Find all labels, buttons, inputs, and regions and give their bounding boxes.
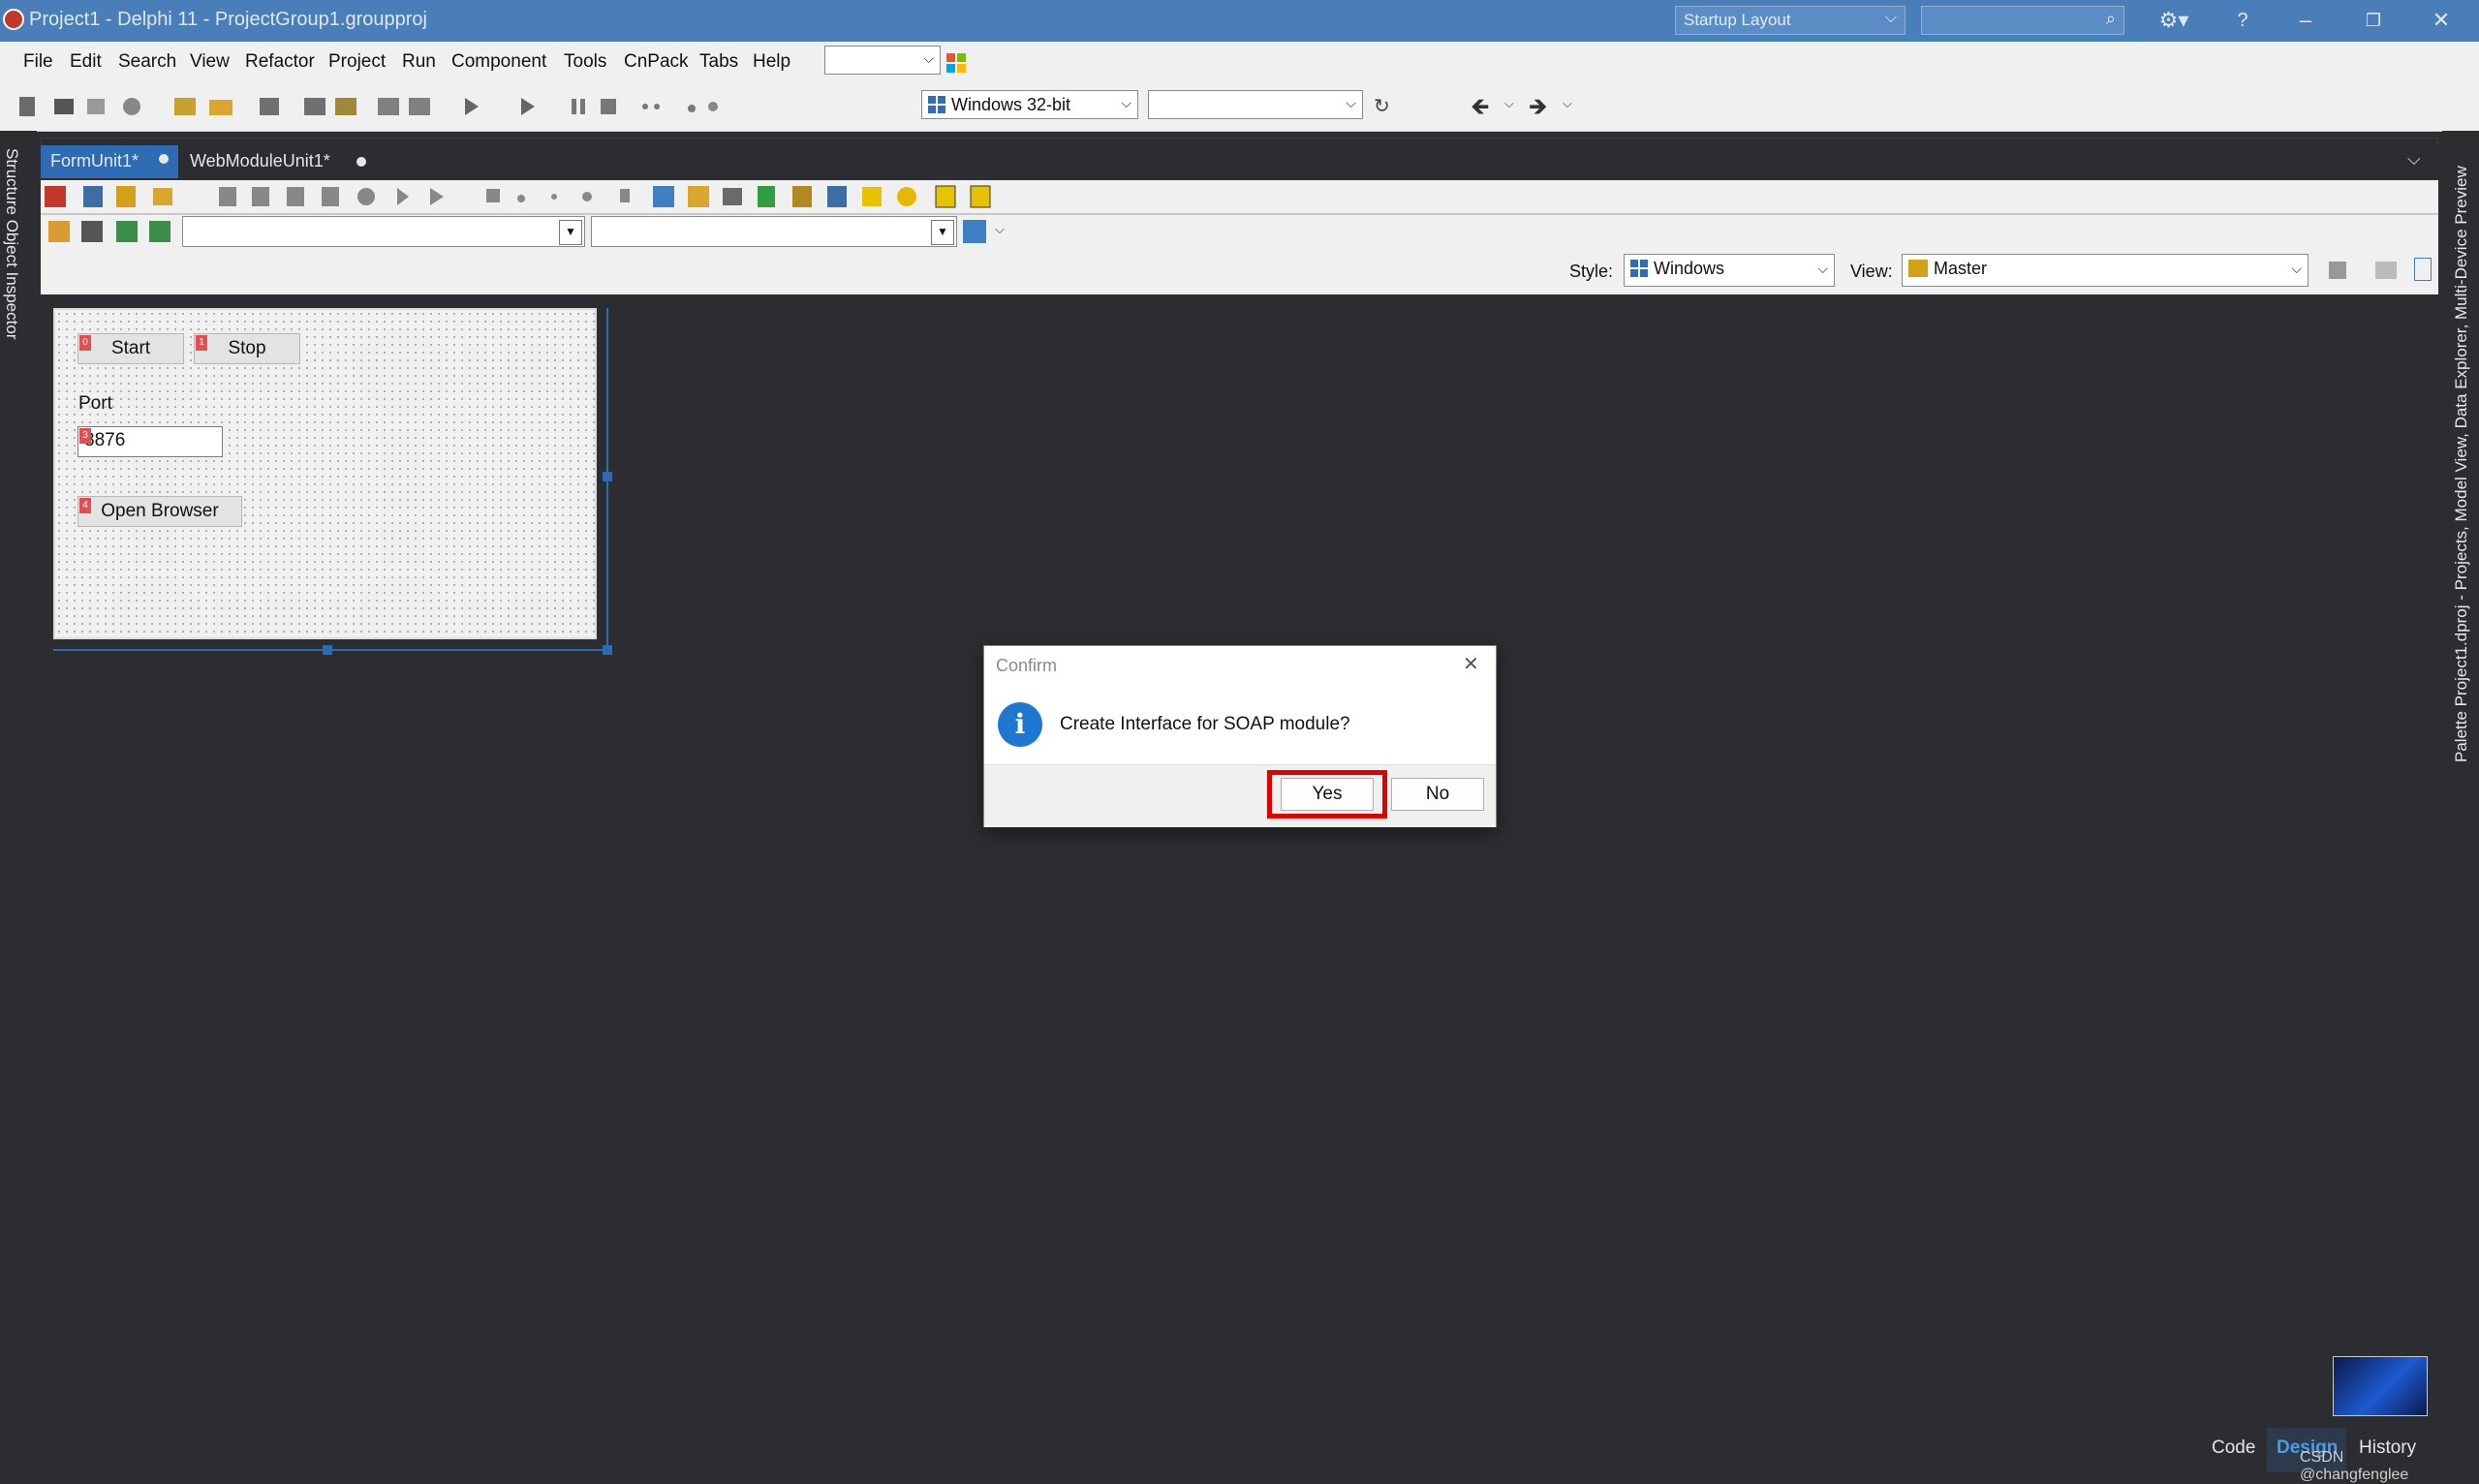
restore-button[interactable]: ❐	[2344, 6, 2402, 35]
forward-dropdown-icon[interactable]: ⌵	[1563, 96, 1572, 111]
device-icon[interactable]	[2414, 258, 2432, 281]
platform-combo[interactable]: Windows 32-bit ⌵	[921, 90, 1138, 119]
platform-value: Windows 32-bit	[951, 95, 1071, 114]
divider	[41, 213, 2438, 215]
menu-cnpack[interactable]: CnPack	[624, 51, 689, 73]
title-bar: Project1 - Delphi 11 - ProjectGroup1.gro…	[0, 0, 2479, 42]
main-toolbar: Windows 32-bit ⌵ ⌵ ↻ 🡸 ⌵ 🡺 ⌵	[0, 82, 2479, 132]
tab-formunit1[interactable]: FormUnit1*	[41, 145, 178, 178]
window-title: Project1 - Delphi 11 - ProjectGroup1.gro…	[29, 9, 427, 30]
tab-order-badge: 3	[79, 428, 91, 444]
menu-refactor[interactable]: Refactor	[245, 51, 315, 73]
form-designer: Start 0 Stop 1 Port 8876 3 Open Browser …	[53, 308, 597, 639]
menu-tabs[interactable]: Tabs	[699, 51, 738, 73]
start-button[interactable]: Start	[77, 333, 184, 364]
tab-webmoduleunit1[interactable]: WebModuleUnit1*	[180, 145, 376, 178]
view-label: View:	[1850, 262, 1893, 281]
help-button[interactable]: ?	[2214, 6, 2272, 35]
menu-file[interactable]: File	[23, 51, 53, 73]
layout-combo-value: Startup Layout	[1684, 11, 1791, 29]
stop-button[interactable]: Stop	[194, 333, 300, 364]
watermark-text: CSDN @changfenglee	[2300, 1449, 2409, 1483]
component-combo[interactable]: ▼	[182, 216, 585, 247]
style-label: Style:	[1569, 262, 1614, 281]
list-view-icon[interactable]	[963, 220, 986, 243]
tab-code[interactable]: Code	[2212, 1438, 2255, 1459]
tab-label: WebModuleUnit1*	[190, 151, 330, 170]
menu-project[interactable]: Project	[328, 51, 386, 73]
modified-dot-icon	[159, 154, 169, 164]
search-icon: ⌕	[2105, 9, 2116, 28]
menu-component[interactable]: Component	[451, 51, 546, 73]
master-view-icon	[1908, 260, 1928, 277]
designer-icons-row1	[45, 184, 1013, 211]
gear-icon[interactable]: ⚙▾	[2145, 6, 2203, 35]
left-rail-label[interactable]: Structure Object Inspector	[2, 148, 21, 339]
designer-icons-row2	[48, 219, 184, 244]
back-dropdown-icon[interactable]: ⌵	[1504, 96, 1514, 111]
desktop-combo[interactable]: ⌵	[824, 46, 941, 75]
member-combo[interactable]: ▼	[591, 216, 957, 247]
dialog-message: Create Interface for SOAP module?	[1060, 714, 1350, 734]
no-button[interactable]: No	[1391, 778, 1484, 811]
dropdown-arrow-icon: ▼	[559, 220, 582, 245]
link-view-icon[interactable]	[2375, 262, 2397, 279]
right-dock-rail: Palette Project1.dproj - Projects, Model…	[2442, 131, 2479, 1476]
forward-arrow-icon[interactable]: 🡺	[1529, 90, 1548, 130]
info-icon: i	[998, 702, 1042, 747]
view-value: Master	[1934, 259, 1988, 278]
chevron-down-icon: ⌵	[1121, 95, 1131, 110]
tab-order-badge: 4	[79, 498, 91, 513]
port-input[interactable]: 8876	[77, 426, 223, 457]
chevron-down-icon[interactable]: ⌵	[2407, 149, 2421, 170]
config-combo[interactable]: ⌵	[1148, 90, 1363, 119]
dropdown-arrow-icon: ▼	[931, 220, 954, 245]
modified-dot-icon	[356, 157, 366, 167]
menu-search[interactable]: Search	[118, 51, 176, 73]
resize-handle[interactable]	[603, 645, 612, 655]
remove-view-icon[interactable]	[2329, 262, 2346, 279]
tab-label: FormUnit1*	[50, 151, 139, 170]
layout-combo[interactable]: Startup Layout ⌵	[1675, 6, 1906, 35]
thumbnail-image	[2333, 1356, 2428, 1416]
menu-view[interactable]: View	[190, 51, 230, 73]
menu-tools[interactable]: Tools	[564, 51, 606, 73]
left-dock-rail: Structure Object Inspector	[0, 131, 37, 1476]
open-browser-button[interactable]: Open Browser	[77, 496, 242, 527]
menu-run[interactable]: Run	[402, 51, 436, 73]
resize-handle[interactable]	[603, 472, 612, 481]
back-arrow-icon[interactable]: 🡸	[1471, 90, 1490, 130]
document-tabs: FormUnit1* WebModuleUnit1* ⌵	[41, 145, 2438, 182]
view-combo[interactable]: Master ⌵	[1902, 254, 2309, 287]
toolbar-icon-strip	[19, 95, 756, 118]
style-bar: Style: Windows ⌵ View: Master ⌵	[41, 248, 2438, 294]
tab-order-badge: 0	[79, 335, 91, 351]
windows-logo-icon[interactable]	[946, 53, 966, 73]
tab-order-badge: 1	[196, 335, 207, 351]
confirm-dialog: Confirm ✕ i Create Interface for SOAP mo…	[983, 645, 1497, 827]
dialog-close-icon[interactable]: ✕	[1463, 652, 1479, 676]
menu-edit[interactable]: Edit	[70, 51, 102, 73]
yes-button[interactable]: Yes	[1281, 778, 1374, 811]
menu-bar: File Edit Search View Refactor Project R…	[0, 42, 2479, 82]
delphi-app-icon	[3, 9, 24, 30]
close-window-button[interactable]: ✕	[2412, 6, 2470, 35]
style-value: Windows	[1654, 259, 1725, 278]
minimize-button[interactable]: –	[2277, 6, 2335, 35]
style-combo[interactable]: Windows ⌵	[1624, 254, 1835, 287]
port-label: Port	[78, 393, 112, 414]
dialog-title: Confirm	[996, 656, 1058, 675]
ide-search-input[interactable]: ⌕	[1921, 6, 2124, 35]
editor-bottom-tabs: Code Design History CSDN @changfenglee	[41, 1356, 2438, 1483]
right-rail-label[interactable]: Palette Project1.dproj - Projects, Model…	[2452, 166, 2471, 762]
chevron-down-icon: ⌵	[1884, 10, 1897, 26]
chevron-down-icon[interactable]: ⌵	[995, 222, 1005, 237]
menu-help[interactable]: Help	[753, 51, 790, 73]
resize-handle[interactable]	[323, 645, 332, 655]
refresh-device-icon[interactable]: ↻	[1374, 94, 1390, 118]
